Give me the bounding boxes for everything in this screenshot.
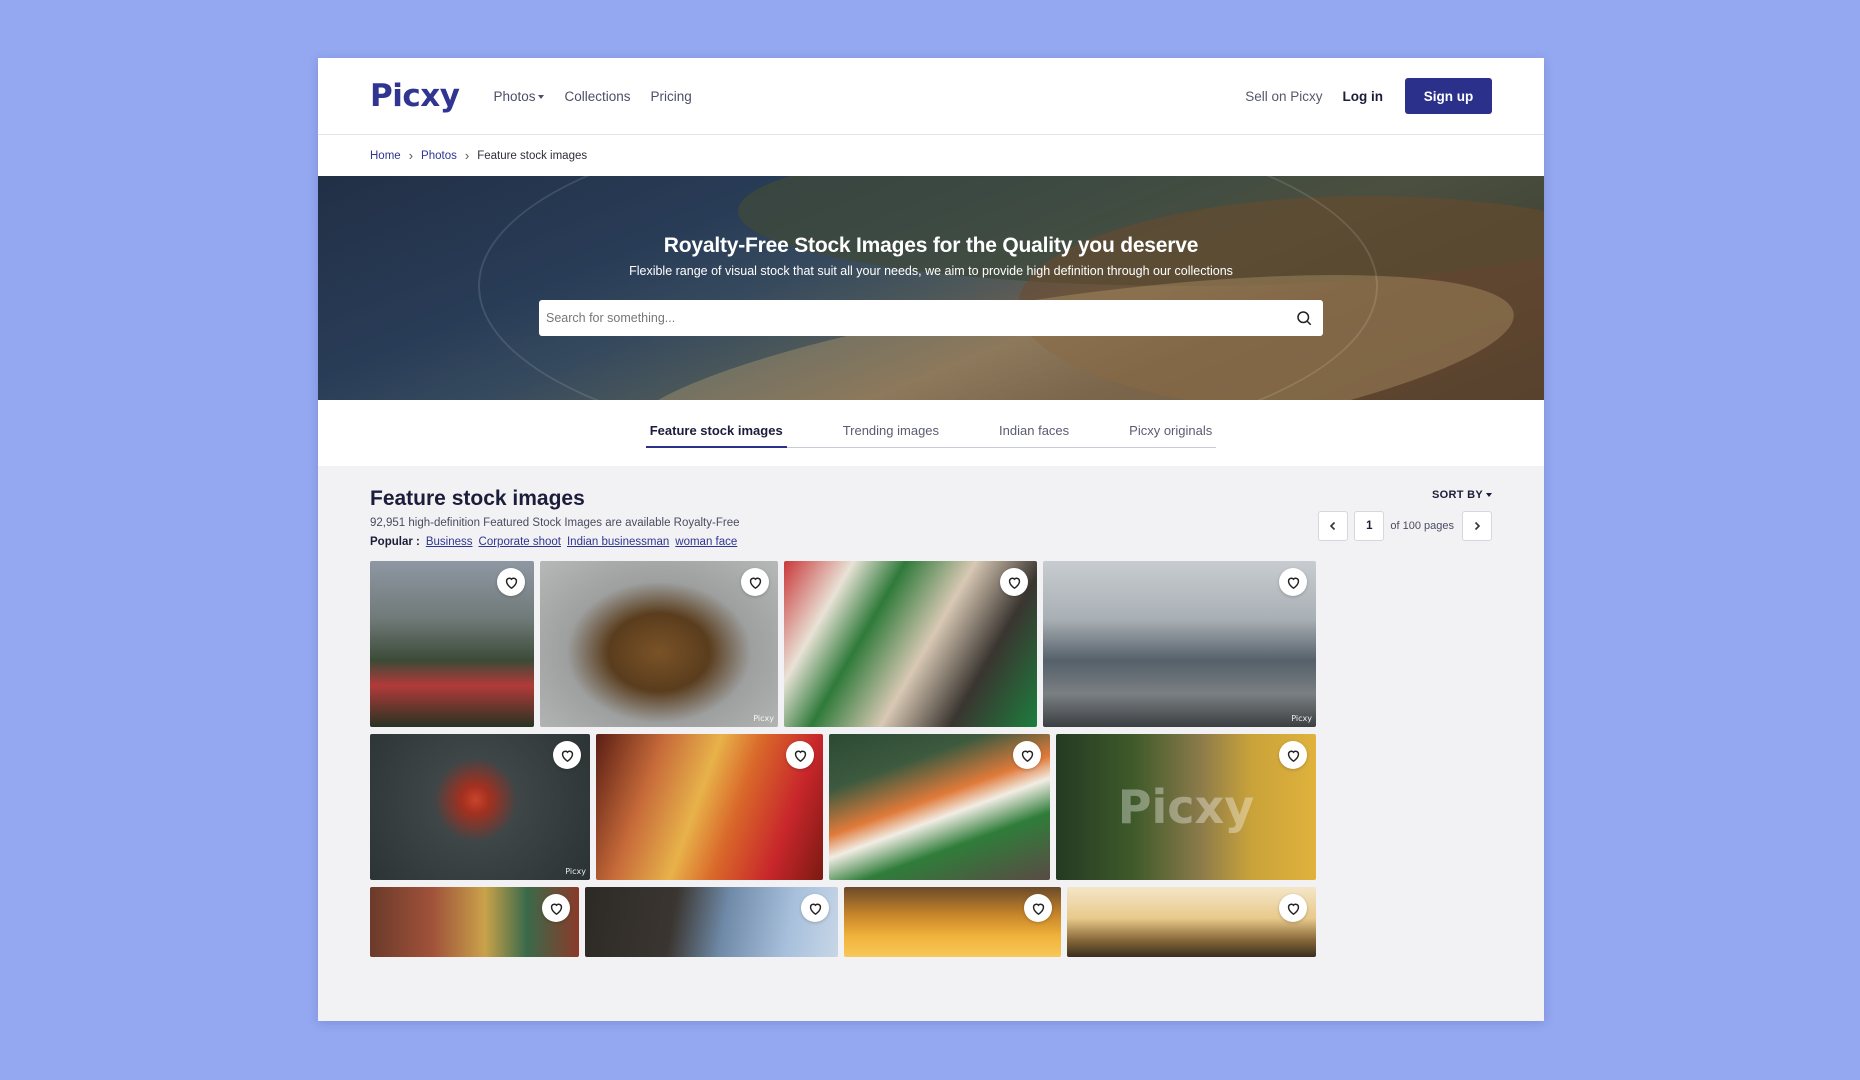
signup-button[interactable]: Sign up [1405,78,1492,114]
image-tile-rock-cliff-sky[interactable] [585,887,838,957]
heart-icon[interactable] [801,894,829,922]
image-tile-indian-flag-crowd[interactable] [829,734,1050,880]
breadcrumb: Home › Photos › Feature stock images [318,135,1544,176]
image-row: Picxy Picxy [370,561,1492,727]
chevron-left-icon [1330,521,1336,531]
tab-picxy-originals[interactable]: Picxy originals [1125,423,1216,447]
caret-down-icon [1486,493,1492,498]
prev-page-button[interactable] [1318,511,1349,541]
image-tile-idol-immersion[interactable]: Picxy [370,734,590,880]
heart-icon[interactable] [1024,894,1052,922]
heart-icon[interactable] [1013,741,1041,769]
next-page-button[interactable] [1462,511,1492,541]
login-link[interactable]: Log in [1343,89,1384,104]
popular-tag-corporate-shoot[interactable]: Corporate shoot [479,536,561,548]
hero-subtitle: Flexible range of visual stock that suit… [629,264,1233,278]
header-actions: Sell on Picxy Log in Sign up [1245,78,1492,114]
image-row [370,887,1492,957]
heart-icon[interactable] [1000,568,1028,596]
heart-icon[interactable] [542,894,570,922]
sell-link[interactable]: Sell on Picxy [1245,89,1322,104]
gallery-section: Feature stock images 92,951 high-definit… [318,466,1544,1021]
chevron-right-icon: › [464,148,470,163]
image-tile-flower-crown-girls[interactable] [596,734,823,880]
popular-tags: Popular : Business Corporate shoot India… [370,536,737,548]
chevron-right-icon: › [408,148,414,163]
search-icon[interactable] [1295,309,1313,327]
tab-trending-images[interactable]: Trending images [839,423,943,447]
breadcrumb-photos[interactable]: Photos [421,150,457,162]
picxy-logo[interactable]: Picxy [370,78,460,114]
page-number-input[interactable]: 1 [1354,511,1385,541]
section-subtitle: 92,951 high-definition Featured Stock Im… [370,517,740,529]
hero-banner: Royalty-Free Stock Images for the Qualit… [318,176,1544,400]
heart-icon[interactable] [1279,568,1307,596]
sort-by-dropdown[interactable]: SORT BY [1432,489,1492,501]
heart-icon[interactable] [553,741,581,769]
browser-page: Picxy Photos Collections Pricing Sell on… [318,58,1544,1021]
site-header: Picxy Photos Collections Pricing Sell on… [318,58,1544,135]
image-tile-field-sunset[interactable] [1067,887,1316,957]
breadcrumb-current: Feature stock images [477,149,588,162]
pagination: 1 of 100 pages [1318,511,1492,541]
heart-icon[interactable] [741,568,769,596]
tab-list: Feature stock images Trending images Ind… [645,423,1217,448]
image-tile-train-passengers[interactable] [370,561,534,727]
breadcrumb-home[interactable]: Home [370,150,401,162]
hero-text: Royalty-Free Stock Images for the Qualit… [318,234,1544,278]
picxy-watermark: Picxy [753,714,774,723]
image-tile-group-banner[interactable]: Picxy [1056,734,1316,880]
picxy-watermark: Picxy [1117,780,1255,834]
nav-photos[interactable]: Photos [493,88,545,104]
tab-indian-faces[interactable]: Indian faces [995,423,1073,447]
popular-tag-woman-face[interactable]: woman face [675,536,737,548]
nav-pricing[interactable]: Pricing [651,89,692,104]
image-tile-metro-platform[interactable]: Picxy [1043,561,1316,727]
hero-title: Royalty-Free Stock Images for the Qualit… [663,234,1199,257]
caret-down-icon [538,94,545,99]
tab-feature-stock-images[interactable]: Feature stock images [645,423,787,448]
nav-photos-label: Photos [493,88,536,104]
heart-icon[interactable] [497,568,525,596]
category-tabs: Feature stock images Trending images Ind… [318,400,1544,466]
picxy-watermark: Picxy [1291,714,1312,723]
image-tile-golden-sunset[interactable] [844,887,1061,957]
image-tile-bronze-manhole-statue[interactable]: Picxy [540,561,778,727]
hero-watermark [478,176,1378,400]
heart-icon[interactable] [786,741,814,769]
image-tile-protest-flags[interactable] [784,561,1037,727]
main-nav: Photos Collections Pricing [493,89,691,104]
heart-icon[interactable] [1279,894,1307,922]
sort-by-label: SORT BY [1432,489,1483,501]
heart-icon[interactable] [1279,741,1307,769]
gallery-header: Feature stock images 92,951 high-definit… [370,466,1492,561]
chevron-right-icon [1474,521,1481,531]
image-row: Picxy Picxy [370,734,1492,880]
popular-tag-indian-businessman[interactable]: Indian businessman [567,536,669,548]
popular-tag-business[interactable]: Business [426,536,473,548]
section-title: Feature stock images [370,487,585,510]
search-input[interactable] [546,311,1295,325]
search-bar [539,300,1323,336]
image-tile-temple-crowd[interactable] [370,887,579,957]
nav-collections[interactable]: Collections [564,89,630,104]
popular-label: Popular : [370,536,420,548]
picxy-watermark: Picxy [565,867,586,876]
page-count-label: of 100 pages [1390,520,1454,532]
